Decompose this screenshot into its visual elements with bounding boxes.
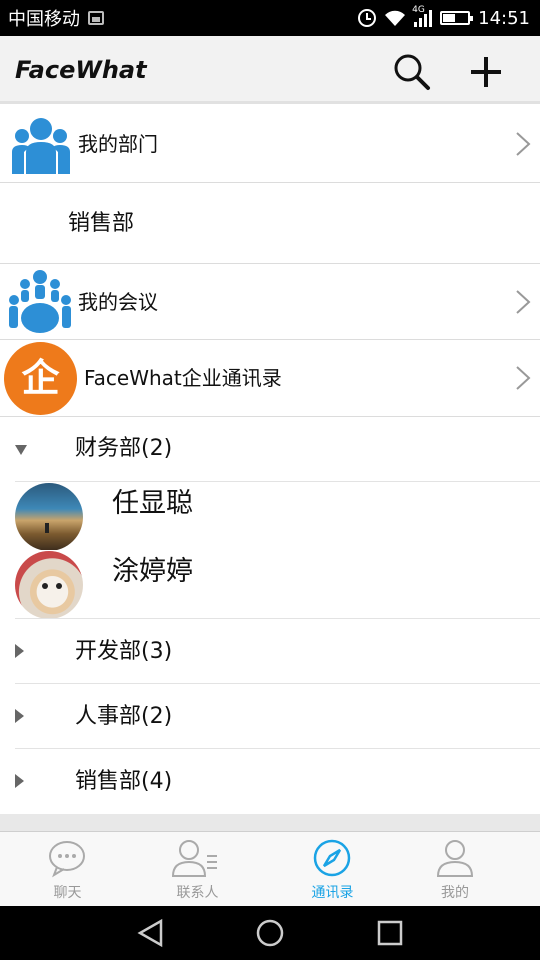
- back-icon[interactable]: [136, 918, 166, 948]
- enterprise-logo-char: 企: [4, 342, 77, 415]
- tab-label: 联系人: [176, 885, 219, 901]
- app-title: FaceWhat: [15, 56, 147, 84]
- group-label: 人事部(2): [75, 704, 173, 729]
- avatar: [15, 483, 83, 551]
- chevron-right-icon: [516, 290, 531, 314]
- tab-chat[interactable]: 聊天: [0, 832, 135, 907]
- department-people-icon: [12, 116, 70, 174]
- battery-icon: [440, 11, 474, 25]
- meeting-icon: [8, 268, 72, 336]
- group-sales[interactable]: 销售部(4): [0, 749, 540, 814]
- recents-icon[interactable]: [375, 918, 405, 948]
- enterprise-logo-icon: 企: [4, 342, 77, 415]
- tab-label: 通讯录: [311, 885, 354, 901]
- search-button[interactable]: [392, 52, 432, 92]
- signal-icon: 4G: [412, 5, 433, 27]
- triangle-right-icon: [15, 774, 24, 788]
- wifi-icon: [384, 9, 406, 27]
- group-hr[interactable]: 人事部(2): [0, 684, 540, 749]
- avatar: [15, 551, 83, 619]
- contacts-icon: [171, 840, 217, 877]
- department-name: 销售部: [68, 211, 135, 236]
- person-icon: [436, 840, 474, 877]
- tab-label: 我的: [441, 885, 469, 901]
- group-development[interactable]: 开发部(3): [0, 619, 540, 684]
- group-finance[interactable]: 财务部(2): [0, 417, 540, 481]
- contact-name: 涂婷婷: [112, 556, 193, 587]
- add-button[interactable]: [466, 52, 506, 92]
- enterprise-directory-row[interactable]: 企 FaceWhat企业通讯录: [0, 340, 540, 417]
- enterprise-directory-label: FaceWhat企业通讯录: [84, 366, 282, 390]
- chat-icon: [49, 841, 85, 878]
- tab-label: 聊天: [53, 885, 82, 901]
- chevron-right-icon: [516, 366, 531, 390]
- tab-contacts[interactable]: 联系人: [135, 832, 260, 907]
- plus-icon: [471, 57, 501, 87]
- my-department-row[interactable]: 我的部门: [0, 106, 540, 183]
- triangle-right-icon: [15, 709, 24, 723]
- triangle-down-icon: [15, 445, 27, 455]
- image-notification-icon: [88, 11, 104, 25]
- status-bar: 中国移动 4G 14:51: [0, 0, 540, 36]
- compass-icon: [313, 839, 351, 877]
- bottom-tab-bar: 聊天 联系人 通讯录 我的: [0, 831, 540, 906]
- contact-row[interactable]: 涂婷婷: [0, 550, 540, 619]
- search-icon: [394, 54, 430, 90]
- chevron-right-icon: [516, 132, 531, 156]
- home-icon[interactable]: [255, 918, 285, 948]
- group-label: 销售部(4): [75, 769, 173, 794]
- group-label: 开发部(3): [75, 639, 173, 664]
- contact-name: 任显聪: [112, 488, 193, 519]
- group-label: 财务部(2): [75, 436, 173, 461]
- tab-directory[interactable]: 通讯录: [265, 832, 400, 907]
- my-meetings-row[interactable]: 我的会议: [0, 264, 540, 340]
- system-nav-bar: [0, 906, 540, 960]
- app-bar: FaceWhat: [0, 36, 540, 104]
- clock: 14:51: [478, 7, 530, 29]
- department-name-row[interactable]: 销售部: [0, 183, 540, 264]
- alarm-icon: [358, 9, 377, 27]
- carrier-name: 中国移动: [8, 9, 80, 30]
- my-department-label: 我的部门: [78, 132, 158, 156]
- tab-me[interactable]: 我的: [390, 832, 520, 907]
- my-meetings-label: 我的会议: [78, 290, 158, 314]
- contact-row[interactable]: 任显聪: [0, 482, 540, 551]
- list-bottom-spacer: [0, 814, 540, 831]
- triangle-right-icon: [15, 644, 24, 658]
